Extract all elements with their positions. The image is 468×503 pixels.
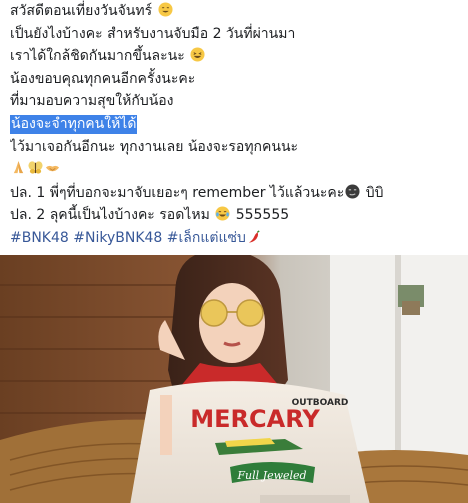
folded-hands-emoji-icon	[11, 160, 26, 175]
tears-of-joy-emoji-icon	[215, 206, 230, 221]
post-line-3: เราได้ใกล้ชิดกันมากขึ้นละนะ	[10, 45, 462, 68]
svg-text:OUTBOARD: OUTBOARD	[292, 398, 349, 408]
laughing-emoji-icon	[190, 47, 205, 62]
post-line-5: ที่มามอบความสุขให้กับน้อง	[10, 93, 174, 110]
post-text: สวัสดีตอนเที่ยงวันจันทร์ เป็นยังไงบ้างคะ…	[10, 0, 462, 250]
post-line-2: เป็นยังไงบ้างคะ สำหรับงานจับมือ 2 วันที่…	[10, 25, 296, 42]
post-line-6: น้องจะจำทุกคนให้ได้	[10, 113, 462, 136]
hashtag-line: #BNK48 #NikyBNK48 #เล็กแต่แซ่บ	[10, 227, 462, 250]
hashtag-link[interactable]: #เล็กแต่แซ่บ	[167, 230, 246, 246]
svg-text:Full Jeweled: Full Jeweled	[236, 469, 306, 482]
grin-smile-emoji-icon	[158, 2, 173, 17]
chili-pepper-emoji-icon	[247, 229, 262, 244]
post-line-4: น้องขอบคุณทุกคนอีกครั้งนะคะ	[10, 70, 196, 87]
post-line-9: ปล. 1 พี่ๆที่บอกจะมาจับเยอะๆ remember ไว…	[10, 184, 384, 201]
handshake-emoji-icon	[45, 160, 60, 175]
hashtag-link[interactable]: #NikyBNK48	[73, 230, 162, 246]
post-photo[interactable]: MERCARY OUTBOARD Full Jeweled	[0, 255, 468, 503]
butterfly-emoji-icon	[28, 160, 43, 175]
hashtag-link[interactable]: #BNK48	[10, 230, 69, 246]
post-line-8-emojis	[10, 158, 462, 181]
post-line-1: สวัสดีตอนเที่ยงวันจันทร์	[10, 0, 462, 23]
svg-text:MERCARY: MERCARY	[190, 405, 320, 433]
highlighted-text: น้องจะจำทุกคนให้ได้	[10, 114, 138, 134]
smirk-dark-emoji-icon	[345, 184, 360, 199]
post-line-10: ปล. 2 ลุคนี้เป็นไงบ้างคะ รอดไหม 555555	[10, 206, 290, 224]
post-line-7: ไว้มาเจอกันอีกนะ ทุกงานเลย น้องจะรอทุกคน…	[10, 138, 299, 155]
portrait-photo-image: MERCARY OUTBOARD Full Jeweled	[0, 255, 468, 503]
